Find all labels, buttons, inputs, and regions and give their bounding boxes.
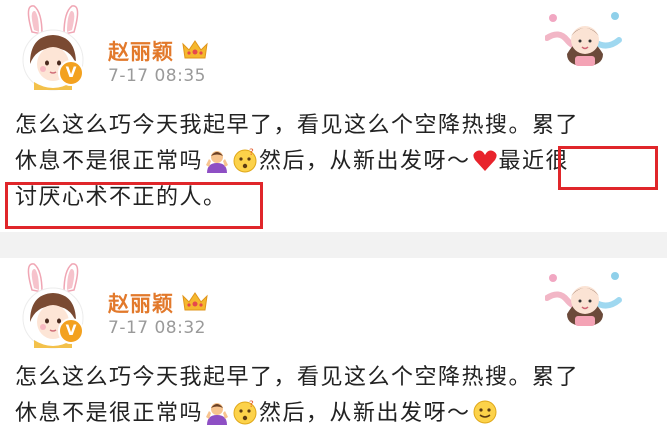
username[interactable]: 赵丽颖 [108,36,174,66]
avatar[interactable]: V [10,2,96,92]
content-line-1: 怎么这么巧今天我起早了，看见这么个空降热搜。累了 [15,113,580,138]
decoration-icon [545,12,622,66]
weibo-post-1: V 赵丽颖 7-17 08:35 怎么这么巧今天我起早了，看见这么个空降热搜。累… [0,0,667,232]
bunny-avatar-icon [22,5,84,91]
content-segment: 然后，从新出发呀～ [259,401,471,426]
weibo-post-2: V 赵丽颖 7-17 08:32 怎么这么巧今天我起早了，看见这么个空降热搜。累… [0,258,667,445]
content-segment: 休息不是很正常吗 [15,149,204,174]
highlight-box [5,182,263,229]
shrug-emoji-icon [206,151,229,173]
bunny-avatar-icon [22,263,84,349]
username[interactable]: 赵丽颖 [108,288,174,318]
crown-icon [182,292,208,311]
crown-icon [182,40,208,59]
smile-emoji-icon [473,400,497,424]
svg-text:?: ? [249,148,255,158]
svg-text:?: ? [249,400,255,410]
heart-emoji-icon [472,150,497,171]
post-time: 7-17 08:32 [108,318,206,338]
highlight-box [558,146,658,190]
content-line-1: 怎么这么巧今天我起早了，看见这么个空降热搜。累了 [15,365,580,390]
shrug-emoji-icon [206,403,229,425]
content-line-2: 休息不是很正常吗? 然后，从新出发呀～ [15,396,665,432]
post-separator [0,232,667,258]
post-time: 7-17 08:35 [108,66,206,86]
avatar[interactable]: V [10,260,96,350]
verified-badge-icon: V [58,60,84,86]
content-segment: 休息不是很正常吗 [15,401,204,426]
verified-badge-icon: V [58,318,84,344]
thinking-emoji-icon: ? [233,148,257,173]
content-segment: 然后，从新出发呀～ [259,149,471,174]
decoration-icon [545,272,622,326]
post-content: 怎么这么巧今天我起早了，看见这么个空降热搜。累了 休息不是很正常吗? 然后，从新出… [15,360,665,432]
thinking-emoji-icon: ? [233,400,257,425]
